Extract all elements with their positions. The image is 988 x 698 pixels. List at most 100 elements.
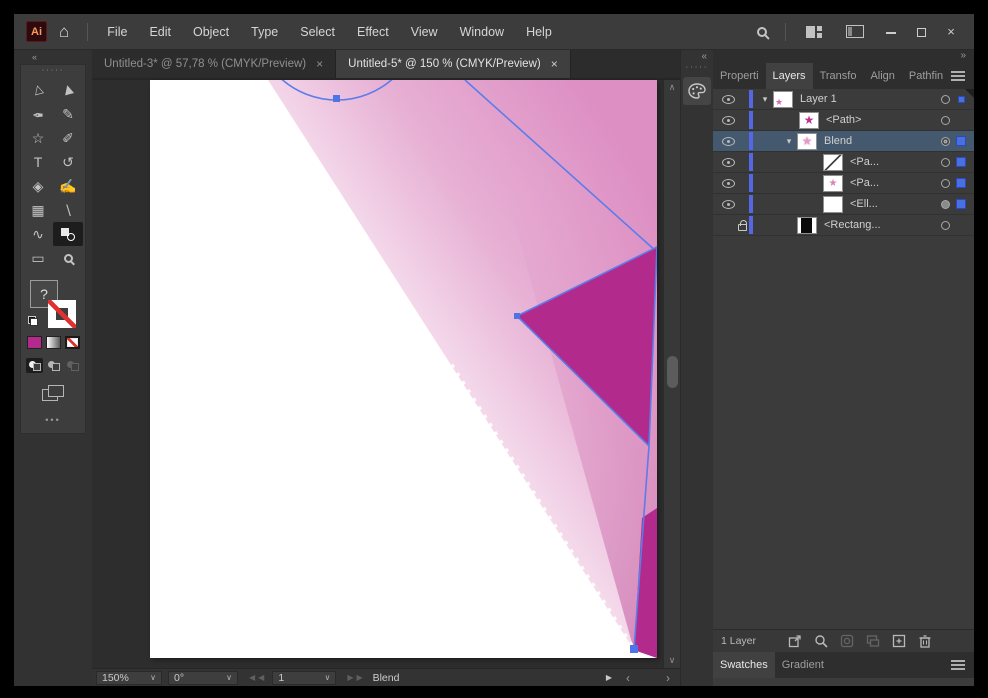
- screen-mode-button[interactable]: [42, 385, 64, 401]
- layer-thumbnail[interactable]: [773, 91, 793, 108]
- target-circle[interactable]: [941, 221, 950, 230]
- gradient-swatch[interactable]: [46, 336, 61, 349]
- panel-grip[interactable]: ⋅⋅⋅⋅⋅: [686, 62, 709, 75]
- rotate-tool[interactable]: ↺: [53, 150, 83, 174]
- layer-name[interactable]: <Rectang...: [824, 219, 881, 231]
- type-tool[interactable]: T: [23, 150, 53, 174]
- home-icon[interactable]: ⌂: [59, 22, 69, 42]
- eraser-tool[interactable]: ◈: [23, 174, 53, 198]
- target-circle[interactable]: [941, 200, 950, 209]
- tab-properties[interactable]: Properti: [713, 63, 766, 89]
- scrollbar-thumb[interactable]: [667, 356, 678, 388]
- expand-chevron-icon[interactable]: ▾: [781, 136, 797, 147]
- visibility-toggle[interactable]: [713, 200, 749, 209]
- lock-toggle[interactable]: [713, 220, 749, 231]
- menu-window[interactable]: Window: [449, 25, 515, 39]
- menu-edit[interactable]: Edit: [138, 25, 182, 39]
- anchor-point[interactable]: [514, 313, 520, 319]
- mesh-tool[interactable]: ▦: [23, 198, 53, 222]
- tab-close-icon[interactable]: ×: [316, 57, 323, 71]
- eyedropper-tool[interactable]: ∖: [53, 198, 83, 222]
- layer-row-layer1[interactable]: ▾ Layer 1: [713, 89, 974, 110]
- edit-toolbar-ellipsis[interactable]: •••: [45, 415, 60, 425]
- expand-dock-icon[interactable]: «: [701, 50, 713, 62]
- visibility-toggle[interactable]: [713, 179, 749, 188]
- paintbrush-tool[interactable]: ✐: [53, 126, 83, 150]
- direct-selection-tool[interactable]: ▶: [53, 78, 83, 102]
- menu-view[interactable]: View: [400, 25, 449, 39]
- layer-thumbnail[interactable]: [797, 217, 817, 234]
- layer-row-path-child[interactable]: <Pa...: [713, 152, 974, 173]
- layer-thumbnail[interactable]: [823, 154, 843, 171]
- artboard-navigation-dropdown[interactable]: 1 ∨: [272, 671, 336, 685]
- menu-effect[interactable]: Effect: [346, 25, 400, 39]
- next-last-artboard-icons[interactable]: ▶▶: [347, 673, 365, 682]
- layer-name[interactable]: <Ell...: [850, 198, 878, 210]
- scroll-up-icon[interactable]: ∧: [664, 82, 680, 93]
- rotation-dropdown[interactable]: 0° ∨: [168, 671, 238, 685]
- layer-row-path[interactable]: <Path>: [713, 110, 974, 131]
- delete-layer-icon[interactable]: [918, 634, 933, 648]
- pen-tool[interactable]: ✒: [23, 102, 53, 126]
- layer-thumbnail[interactable]: [823, 175, 843, 192]
- layer-thumbnail[interactable]: [797, 133, 817, 150]
- layer-name[interactable]: <Path>: [826, 114, 861, 126]
- layer-row-rectangle-locked[interactable]: <Rectang...: [713, 215, 974, 236]
- default-fill-stroke-icon[interactable]: [28, 316, 38, 326]
- artboard-tool[interactable]: ▭: [23, 246, 53, 270]
- shaper-tool[interactable]: ✍: [53, 174, 83, 198]
- layer-thumbnail[interactable]: [823, 196, 843, 213]
- none-swatch[interactable]: [65, 336, 80, 349]
- menu-type[interactable]: Type: [240, 25, 289, 39]
- tab-transform[interactable]: Transfo: [813, 63, 864, 89]
- arrange-documents-icon[interactable]: [806, 26, 822, 38]
- visibility-toggle[interactable]: [713, 158, 749, 167]
- panel-menu-icon[interactable]: [951, 664, 965, 666]
- tab-gradient[interactable]: Gradient: [775, 652, 831, 678]
- collapse-dock-icon[interactable]: »: [713, 50, 974, 63]
- color-swatch[interactable]: [27, 336, 42, 349]
- status-menu-arrow-icon[interactable]: ▶: [606, 673, 612, 682]
- layer-row-path-child[interactable]: <Pa...: [713, 173, 974, 194]
- stroke-none-box[interactable]: [48, 300, 76, 328]
- canvas-viewport[interactable]: ∧ ∨: [92, 78, 680, 668]
- blend-tool-selected[interactable]: [53, 222, 83, 246]
- minimize-button[interactable]: [876, 24, 906, 39]
- canvas-artwork[interactable]: [150, 80, 657, 658]
- collect-for-export-icon[interactable]: [788, 634, 803, 648]
- tab-swatches[interactable]: Swatches: [713, 652, 775, 678]
- anchor-point[interactable]: [630, 645, 638, 653]
- star-tool[interactable]: ☆: [23, 126, 53, 150]
- anchor-point[interactable]: [333, 95, 340, 102]
- doc-tab-untitled-3[interactable]: Untitled-3* @ 57,78 % (CMYK/Preview) ×: [92, 50, 336, 78]
- menu-file[interactable]: File: [96, 25, 138, 39]
- layer-name[interactable]: Blend: [824, 135, 852, 147]
- layer-name[interactable]: <Pa...: [850, 177, 879, 189]
- curvature-tool[interactable]: ✎: [53, 102, 83, 126]
- tab-pathfinder[interactable]: Pathfin: [902, 63, 950, 89]
- target-circle[interactable]: [941, 95, 950, 104]
- dock-collapse-icon[interactable]: «: [14, 50, 92, 64]
- search-icon[interactable]: [757, 27, 767, 37]
- close-button[interactable]: ×: [936, 24, 966, 39]
- panel-menu-icon[interactable]: [951, 75, 965, 77]
- app-logo-icon[interactable]: Ai: [26, 21, 47, 42]
- layer-name[interactable]: <Pa...: [850, 156, 879, 168]
- target-circle-selected[interactable]: [941, 137, 950, 146]
- layer-row-ellipse-child[interactable]: <Ell...: [713, 194, 974, 215]
- artboard[interactable]: [150, 80, 657, 658]
- panel-grip[interactable]: ⋅⋅⋅⋅⋅: [42, 65, 65, 78]
- expand-chevron-icon[interactable]: ▾: [757, 94, 773, 105]
- menu-object[interactable]: Object: [182, 25, 240, 39]
- width-tool[interactable]: ∿: [23, 222, 53, 246]
- menu-help[interactable]: Help: [515, 25, 563, 39]
- zoom-tool[interactable]: [53, 246, 83, 270]
- visibility-toggle[interactable]: [713, 116, 749, 125]
- maximize-button[interactable]: [906, 24, 936, 39]
- visibility-toggle[interactable]: [713, 95, 749, 104]
- tab-close-icon[interactable]: ×: [551, 57, 558, 71]
- target-circle[interactable]: [941, 116, 950, 125]
- doc-tab-untitled-5[interactable]: Untitled-5* @ 150 % (CMYK/Preview) ×: [336, 50, 571, 78]
- scroll-right-icon[interactable]: ›: [666, 671, 670, 685]
- vertical-scrollbar[interactable]: ∧ ∨: [663, 80, 680, 668]
